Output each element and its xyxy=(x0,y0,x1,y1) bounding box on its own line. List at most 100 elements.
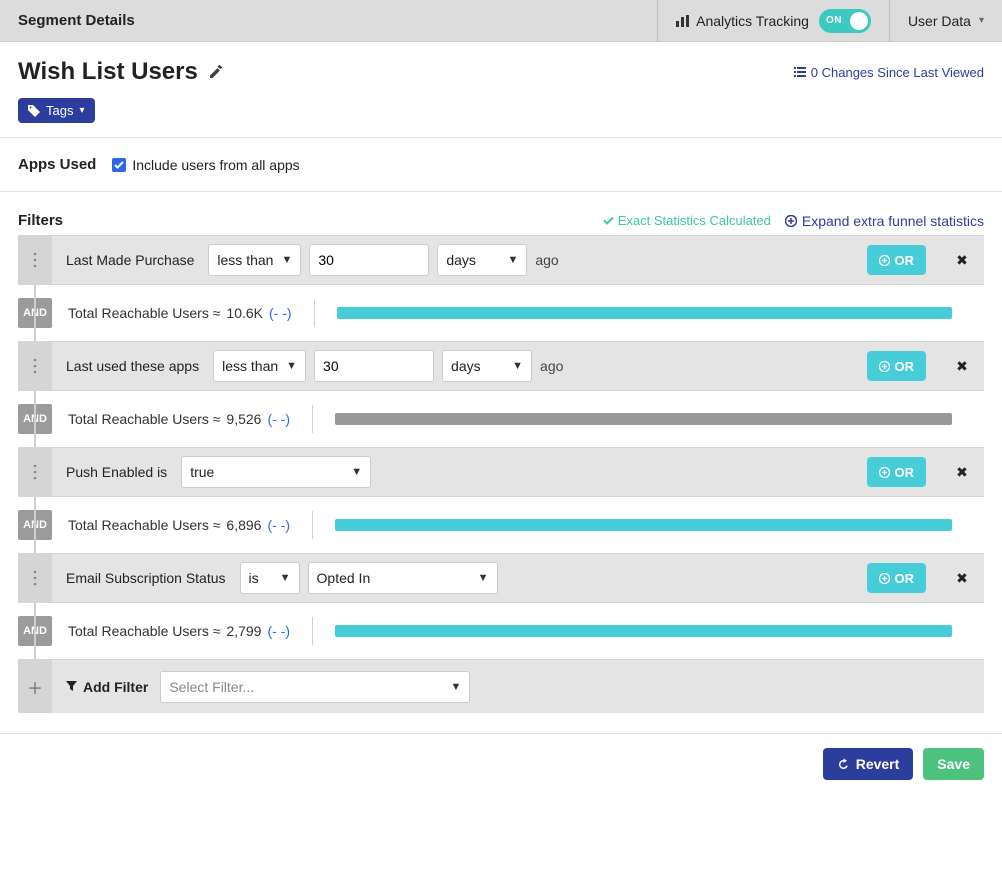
exact-stats-label: Exact Statistics Calculated xyxy=(603,213,771,228)
delete-filter-button[interactable]: ✖ xyxy=(940,236,984,284)
plus-icon: ＋ xyxy=(27,675,43,699)
drag-handle[interactable] xyxy=(18,554,52,602)
revert-button[interactable]: Revert xyxy=(823,748,914,780)
stat-detail-link[interactable]: (- -) xyxy=(269,305,292,321)
drag-handle[interactable] xyxy=(18,236,52,284)
connector-line: AND xyxy=(18,497,52,553)
and-label: AND xyxy=(18,616,52,646)
plus-circle-icon xyxy=(879,255,890,266)
expand-funnel-link[interactable]: Expand extra funnel statistics xyxy=(785,213,984,229)
reachable-value: 2,799 xyxy=(226,623,261,639)
value-input[interactable] xyxy=(314,350,434,382)
caret-down-icon: ▼ xyxy=(478,572,489,584)
undo-icon xyxy=(837,758,850,771)
filter-label: Push Enabled is xyxy=(66,464,167,480)
progress-fill xyxy=(335,413,952,425)
caret-down-icon: ▼ xyxy=(286,360,297,372)
user-data-label: User Data xyxy=(908,13,971,29)
edit-name-button[interactable] xyxy=(208,64,224,80)
page-title: Segment Details xyxy=(0,12,657,29)
filter-row: Email Subscription Status is▼ Opted In▼ … xyxy=(18,553,984,603)
progress-fill xyxy=(337,307,952,319)
tags-button[interactable]: Tags ▾ xyxy=(18,98,95,123)
drag-handle[interactable] xyxy=(18,448,52,496)
filters-title: Filters xyxy=(18,212,63,229)
stat-row: AND Total Reachable Users ≈ 9,526 (- -) xyxy=(18,391,984,447)
caret-down-icon: ▼ xyxy=(281,254,292,266)
value-select[interactable]: Opted In▼ xyxy=(308,562,498,594)
analytics-tracking-cell: Analytics Tracking ON xyxy=(657,0,889,42)
analytics-label: Analytics Tracking xyxy=(696,13,809,29)
delete-filter-button[interactable]: ✖ xyxy=(940,554,984,602)
caret-down-icon: ▼ xyxy=(280,572,291,584)
or-button[interactable]: OR xyxy=(867,563,927,593)
delete-filter-button[interactable]: ✖ xyxy=(940,342,984,390)
progress-bar xyxy=(337,307,952,319)
stat-detail-link[interactable]: (- -) xyxy=(267,517,290,533)
connector-line: AND xyxy=(18,285,52,341)
filter-select[interactable]: Select Filter... ▼ xyxy=(160,671,470,703)
header-bar: Segment Details Analytics Tracking ON Us… xyxy=(0,0,1002,42)
add-filter-plus[interactable]: ＋ xyxy=(18,660,52,713)
or-button[interactable]: OR xyxy=(867,245,927,275)
plus-circle-icon xyxy=(879,573,890,584)
changes-since-viewed-link[interactable]: 0 Changes Since Last Viewed xyxy=(794,65,984,80)
and-label: AND xyxy=(18,298,52,328)
tag-icon xyxy=(28,105,40,117)
plus-circle-icon xyxy=(785,215,797,227)
unit-select[interactable]: days▼ xyxy=(442,350,532,382)
suffix-text: ago xyxy=(540,358,563,374)
filter-label: Last Made Purchase xyxy=(66,252,194,268)
reachable-label: Total Reachable Users ≈ xyxy=(68,517,220,533)
drag-icon xyxy=(32,358,38,374)
stat-detail-link[interactable]: (- -) xyxy=(267,411,290,427)
divider xyxy=(314,299,315,327)
list-icon xyxy=(794,67,806,77)
progress-bar xyxy=(335,625,952,637)
reachable-label: Total Reachable Users ≈ xyxy=(68,623,220,639)
footer: Revert Save xyxy=(0,733,1002,794)
segment-name: Wish List Users xyxy=(18,58,198,86)
operator-select[interactable]: less than▼ xyxy=(208,244,301,276)
divider xyxy=(312,511,313,539)
drag-icon xyxy=(32,464,38,480)
title-row: Wish List Users 0 Changes Since Last Vie… xyxy=(0,42,1002,90)
include-all-apps-checkbox[interactable]: Include users from all apps xyxy=(112,157,299,173)
value-select[interactable]: true▼ xyxy=(181,456,371,488)
drag-handle[interactable] xyxy=(18,342,52,390)
add-filter-row: ＋ Add Filter Select Filter... ▼ xyxy=(18,659,984,713)
reachable-value: 9,526 xyxy=(226,411,261,427)
plus-circle-icon xyxy=(879,467,890,478)
and-label: AND xyxy=(18,510,52,540)
progress-bar xyxy=(335,519,952,531)
filter-label: Last used these apps xyxy=(66,358,199,374)
apps-used-section: Apps Used Include users from all apps xyxy=(0,138,1002,191)
suffix-text: ago xyxy=(535,252,558,268)
value-input[interactable] xyxy=(309,244,429,276)
save-button[interactable]: Save xyxy=(923,748,984,780)
operator-select[interactable]: less than▼ xyxy=(213,350,306,382)
tags-btn-label: Tags xyxy=(46,103,73,118)
unit-select[interactable]: days▼ xyxy=(437,244,527,276)
or-button[interactable]: OR xyxy=(867,457,927,487)
plus-circle-icon xyxy=(879,361,890,372)
divider xyxy=(312,617,313,645)
stat-detail-link[interactable]: (- -) xyxy=(267,623,290,639)
progress-fill xyxy=(335,519,952,531)
filter-row: Last Made Purchase less than▼ days▼ ago … xyxy=(18,235,984,285)
operator-select[interactable]: is▼ xyxy=(240,562,300,594)
reachable-label: Total Reachable Users ≈ xyxy=(68,411,220,427)
user-data-dropdown[interactable]: User Data ▾ xyxy=(889,0,1002,42)
reachable-value: 10.6K xyxy=(226,305,263,321)
divider xyxy=(312,405,313,433)
toggle-knob xyxy=(850,12,868,30)
add-filter-label: Add Filter xyxy=(66,679,148,695)
filter-row: Push Enabled is true▼ OR ✖ xyxy=(18,447,984,497)
caret-down-icon: ▼ xyxy=(507,254,518,266)
reachable-label: Total Reachable Users ≈ xyxy=(68,305,220,321)
delete-filter-button[interactable]: ✖ xyxy=(940,448,984,496)
analytics-toggle[interactable]: ON xyxy=(819,9,871,33)
connector-line: AND xyxy=(18,391,52,447)
changes-link-text: 0 Changes Since Last Viewed xyxy=(811,65,984,80)
or-button[interactable]: OR xyxy=(867,351,927,381)
